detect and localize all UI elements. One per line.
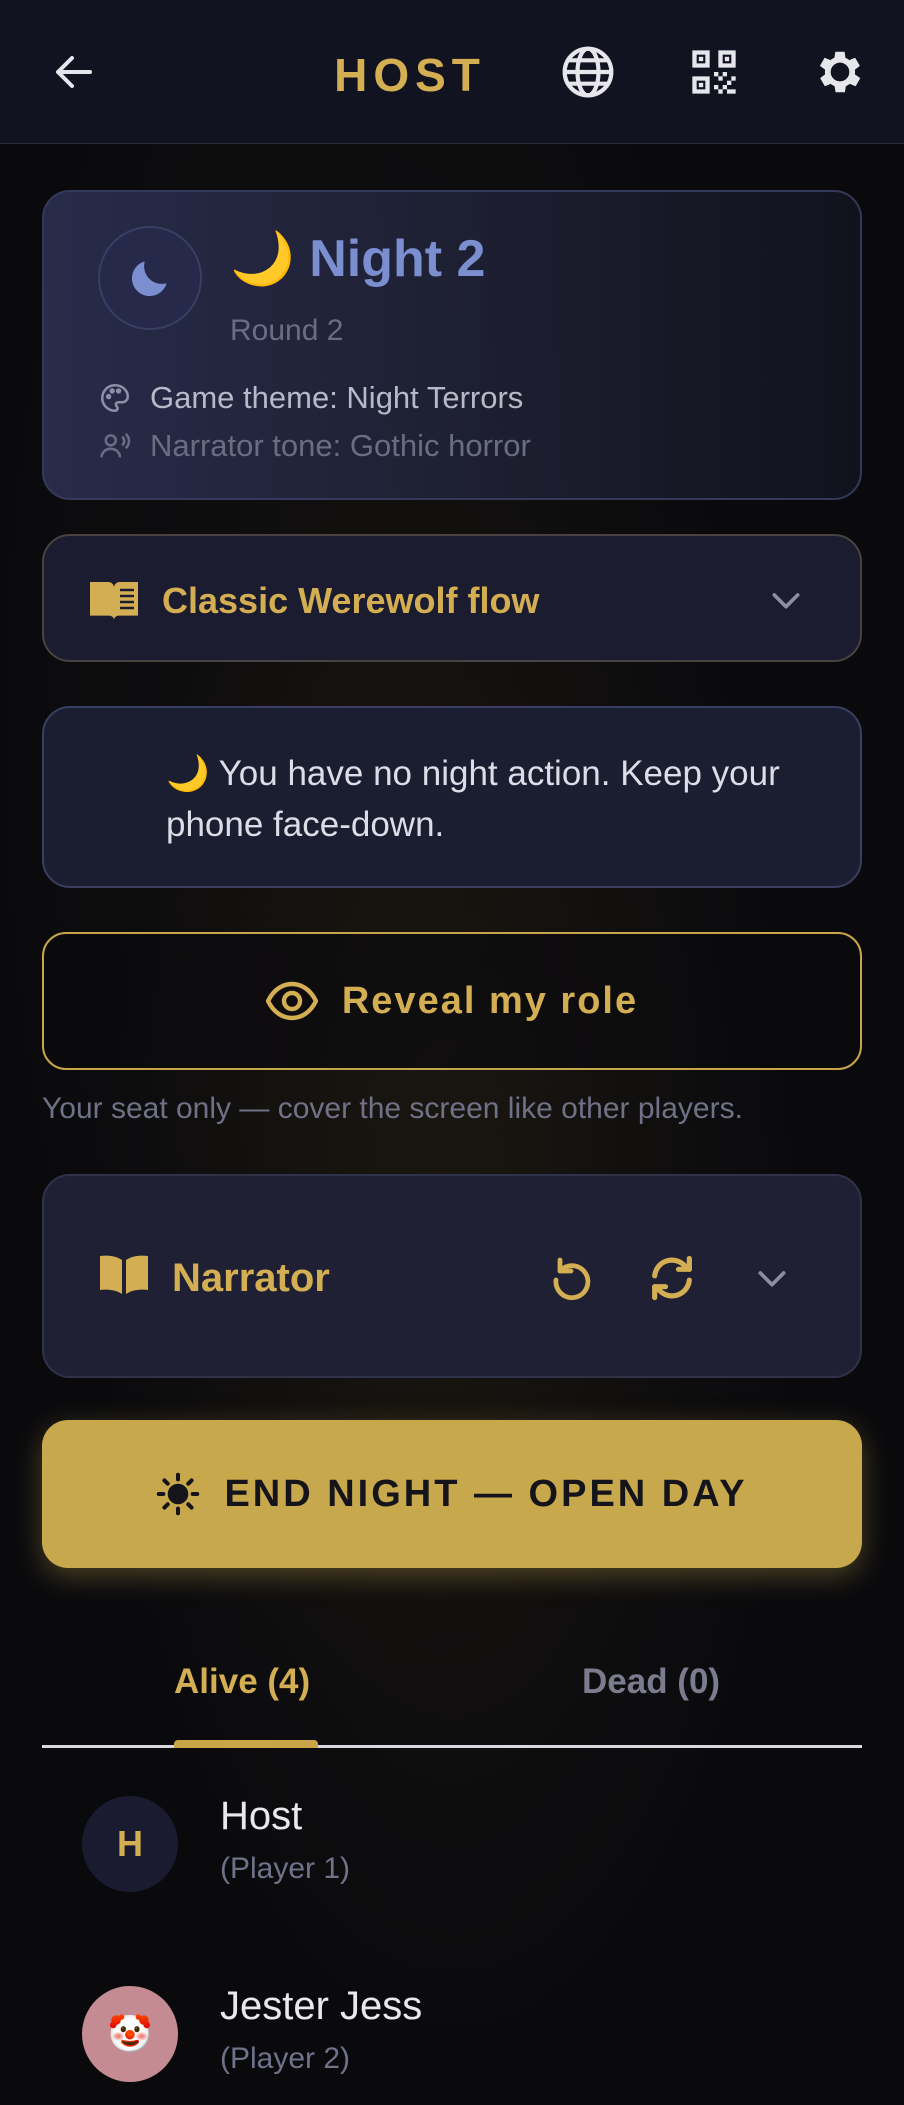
phase-icon-badge xyxy=(98,226,202,330)
night-action-card: 🌙 You have no night action. Keep your ph… xyxy=(42,706,862,888)
open-book-icon xyxy=(100,1255,148,1294)
player-seat: (Player 1) xyxy=(220,1852,351,1885)
arrow-left-icon xyxy=(56,56,92,88)
book-icon xyxy=(90,582,138,620)
round-label: Round 2 xyxy=(230,314,344,347)
avatar: 🤡 xyxy=(82,1986,178,2082)
narrator-expand-button[interactable] xyxy=(744,1250,800,1306)
phase-card: 🌙 Night 2 Round 2 Game theme: Night Terr… xyxy=(42,190,862,500)
qr-code-icon xyxy=(692,50,736,94)
replay-icon xyxy=(553,1257,591,1301)
page-title: HOST xyxy=(334,49,486,101)
narrator-tone-label: Narrator tone: Gothic horror xyxy=(150,428,531,463)
narrator-tone-row: Narrator tone: Gothic horror xyxy=(98,428,531,464)
eye-icon xyxy=(265,981,318,1021)
back-button[interactable] xyxy=(40,38,108,106)
reveal-role-label: Reveal my role xyxy=(341,979,639,1022)
night-action-text: 🌙 You have no night action. Keep your ph… xyxy=(166,754,780,844)
player-seat: (Player 2) xyxy=(220,2042,351,2075)
language-button[interactable] xyxy=(556,40,620,104)
speaking-person-icon xyxy=(100,432,131,458)
flow-selector[interactable]: Classic Werewolf flow xyxy=(42,534,862,662)
sync-icon xyxy=(652,1255,692,1301)
qr-code-button[interactable] xyxy=(682,40,746,104)
gear-icon xyxy=(819,51,861,93)
seat-note: Your seat only — cover the screen like o… xyxy=(42,1092,743,1125)
reveal-role-button[interactable]: Reveal my role xyxy=(42,932,862,1070)
game-theme-label: Game theme: Night Terrors xyxy=(150,380,524,415)
tab-alive[interactable]: Alive (4) xyxy=(174,1662,310,1702)
crescent-moon-icon xyxy=(98,774,122,822)
player-name: Jester Jess xyxy=(220,1984,423,2028)
sun-icon xyxy=(157,1472,200,1516)
tab-indicator xyxy=(174,1740,318,1748)
game-theme-row: Game theme: Night Terrors xyxy=(98,380,523,416)
flow-selector-label: Classic Werewolf flow xyxy=(162,580,540,621)
top-bar: HOST xyxy=(0,0,904,144)
moon-icon xyxy=(131,261,167,297)
list-item[interactable]: H Host (Player 1) xyxy=(82,1784,862,1904)
avatar: H xyxy=(82,1796,178,1892)
chevron-down-icon xyxy=(772,593,800,609)
tab-dead[interactable]: Dead (0) xyxy=(582,1662,720,1702)
player-name: Host xyxy=(220,1794,303,1838)
narrator-panel[interactable]: Narrator xyxy=(42,1174,862,1378)
end-night-button[interactable]: END NIGHT — OPEN DAY xyxy=(42,1420,862,1568)
palette-icon xyxy=(100,383,130,413)
list-item[interactable]: 🤡 Jester Jess (Player 2) xyxy=(82,1974,862,2094)
end-night-label: END NIGHT — OPEN DAY xyxy=(224,1472,748,1515)
player-tabs: Alive (4) Dead (0) xyxy=(42,1640,862,1748)
settings-button[interactable] xyxy=(808,40,872,104)
replay-button[interactable] xyxy=(544,1250,600,1306)
regenerate-button[interactable] xyxy=(644,1250,700,1306)
narrator-label: Narrator xyxy=(172,1256,330,1300)
chevron-down-icon xyxy=(758,1271,786,1287)
globe-icon xyxy=(562,46,614,98)
phase-title: 🌙 Night 2 xyxy=(230,230,486,288)
